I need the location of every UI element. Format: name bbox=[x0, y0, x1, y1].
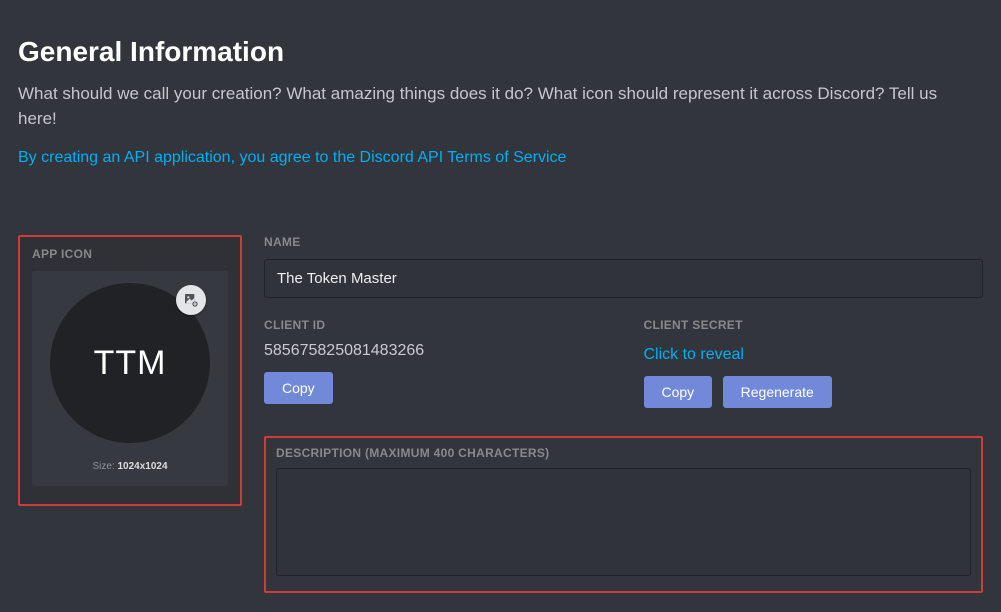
tos-link[interactable]: By creating an API application, you agre… bbox=[18, 149, 566, 166]
description-label: DESCRIPTION (MAXIMUM 400 CHARACTERS) bbox=[276, 446, 971, 460]
reveal-secret-link[interactable]: Click to reveal bbox=[644, 346, 744, 364]
description-input[interactable] bbox=[276, 468, 971, 576]
app-icon-stage[interactable]: TTM Size: 1024x1024 bbox=[32, 271, 228, 486]
page-title: General Information bbox=[18, 36, 983, 68]
page-subtitle: What should we call your creation? What … bbox=[18, 82, 978, 131]
app-avatar-initials: TTM bbox=[94, 344, 167, 383]
fields-column: NAME CLIENT ID 585675825081483266 Copy C… bbox=[264, 235, 983, 593]
description-panel: DESCRIPTION (MAXIMUM 400 CHARACTERS) bbox=[264, 436, 983, 593]
name-input[interactable] bbox=[264, 259, 983, 298]
client-id-label: CLIENT ID bbox=[264, 318, 604, 332]
app-icon-label: APP ICON bbox=[32, 247, 228, 261]
upload-image-icon[interactable] bbox=[176, 285, 206, 315]
name-label: NAME bbox=[264, 235, 983, 249]
copy-client-secret-button[interactable]: Copy bbox=[644, 376, 713, 408]
client-secret-label: CLIENT SECRET bbox=[644, 318, 984, 332]
client-secret-block: CLIENT SECRET Click to reveal Copy Regen… bbox=[644, 318, 984, 408]
client-id-value: 585675825081483266 bbox=[264, 342, 604, 360]
app-icon-panel: APP ICON TTM bbox=[18, 235, 242, 506]
app-icon-size: Size: 1024x1024 bbox=[92, 461, 167, 472]
form-grid: APP ICON TTM bbox=[18, 235, 983, 593]
client-id-block: CLIENT ID 585675825081483266 Copy bbox=[264, 318, 604, 408]
copy-client-id-button[interactable]: Copy bbox=[264, 372, 333, 404]
regenerate-secret-button[interactable]: Regenerate bbox=[723, 376, 832, 408]
general-information-page: General Information What should we call … bbox=[0, 0, 1001, 612]
